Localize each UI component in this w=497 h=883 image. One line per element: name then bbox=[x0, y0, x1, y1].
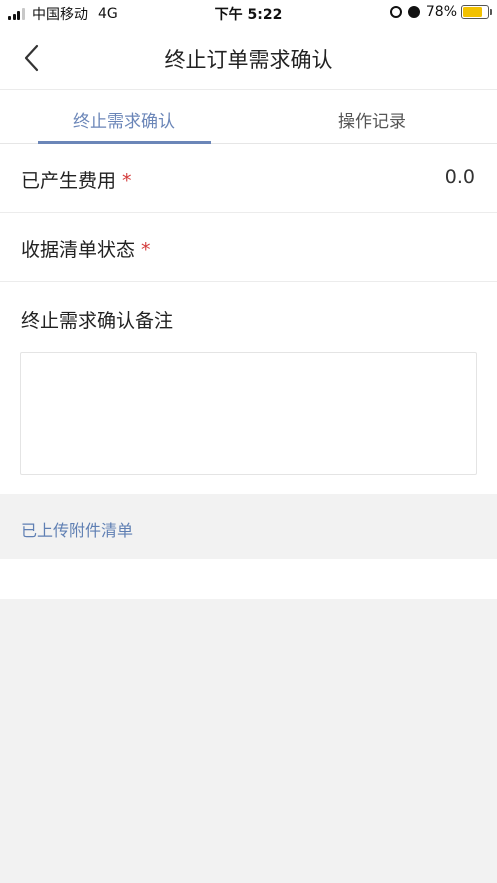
battery-icon bbox=[461, 5, 492, 19]
tab-bar: 终止需求确认 操作记录 bbox=[0, 90, 497, 144]
uploaded-attachments-link[interactable]: 已上传附件清单 bbox=[21, 517, 133, 541]
nav-bar: 终止订单需求确认 bbox=[0, 26, 497, 90]
attachments-list bbox=[0, 559, 497, 599]
tab-label: 操作记录 bbox=[338, 112, 406, 132]
status-right: 78% bbox=[389, 4, 492, 20]
fee-label-wrap: 已产生费用 * bbox=[21, 166, 132, 193]
receipt-status-label-wrap: 收据清单状态 * bbox=[21, 235, 151, 262]
tab-label: 终止需求确认 bbox=[73, 112, 175, 132]
remark-label: 终止需求确认备注 bbox=[21, 310, 174, 332]
status-bar: 中国移动 4G 下午 5:22 78% bbox=[0, 0, 497, 26]
confirm-form: 已产生费用 * 0.0 收据清单状态 * 终止需求确认备注 bbox=[0, 144, 497, 494]
battery-percent: 78% bbox=[425, 4, 457, 20]
fee-value[interactable]: 0.0 bbox=[445, 166, 475, 188]
tab-operation-log[interactable]: 操作记录 bbox=[248, 90, 496, 144]
receipt-status-label: 收据清单状态 bbox=[21, 239, 136, 261]
fee-label: 已产生费用 bbox=[21, 170, 117, 192]
required-mark: * bbox=[122, 170, 132, 192]
required-mark: * bbox=[141, 239, 151, 261]
remark-section: 终止需求确认备注 bbox=[0, 282, 497, 494]
page-title: 终止订单需求确认 bbox=[164, 48, 333, 72]
screen: 中国移动 4G 下午 5:22 78% 终止订单需求确认 终止需求确认 操作记录 bbox=[0, 0, 497, 883]
receipt-status-row[interactable]: 收据清单状态 * bbox=[0, 213, 497, 282]
remark-textarea[interactable] bbox=[20, 352, 477, 475]
alarm-icon bbox=[407, 6, 420, 18]
orientation-lock-icon bbox=[389, 6, 402, 18]
tab-termination-confirm[interactable]: 终止需求确认 bbox=[0, 90, 248, 144]
battery-fill bbox=[463, 7, 482, 17]
fee-row: 已产生费用 * 0.0 bbox=[0, 144, 497, 213]
